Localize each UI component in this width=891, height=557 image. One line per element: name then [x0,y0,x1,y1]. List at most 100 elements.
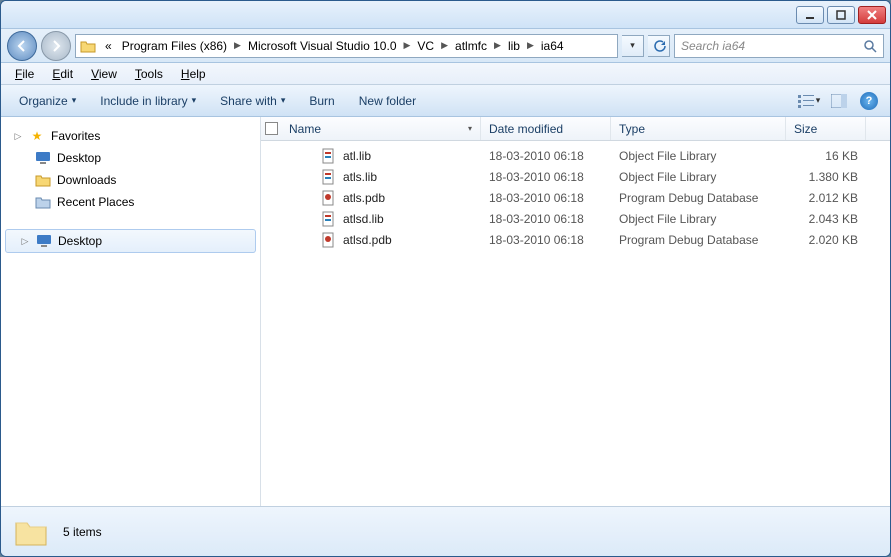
maximize-button[interactable] [827,6,855,24]
file-type: Program Debug Database [611,233,786,247]
table-row[interactable]: atl.lib18-03-2010 06:18Object File Libra… [261,145,890,166]
breadcrumb-item[interactable]: VC [412,39,439,53]
chevron-right-icon[interactable]: ▶ [232,40,243,51]
organize-button[interactable]: Organize ▾ [9,90,86,112]
titlebar [1,1,890,29]
sidebar-favorites-header[interactable]: ▷ ★ Favorites [1,125,260,147]
file-type: Object File Library [611,170,786,184]
breadcrumb-item[interactable]: atlmfc [450,39,492,53]
file-size: 16 KB [786,149,866,163]
toolbar: Organize ▾ Include in library ▾ Share wi… [1,85,890,117]
sort-indicator-icon: ▾ [468,124,472,133]
checkbox-icon [265,122,278,135]
file-size: 2.020 KB [786,233,866,247]
folder-icon [35,172,51,188]
navigation-pane: ▷ ★ Favorites Desktop Downloads Recent P… [1,117,261,506]
checkbox-column[interactable] [261,122,281,135]
file-icon [321,232,337,248]
column-name[interactable]: Name▾ [281,117,481,140]
file-date: 18-03-2010 06:18 [481,233,611,247]
expand-icon: ▷ [20,236,30,247]
file-size: 2.012 KB [786,191,866,205]
preview-pane-button[interactable] [826,89,852,113]
refresh-button[interactable] [648,35,670,57]
file-date: 18-03-2010 06:18 [481,149,611,163]
minimize-button[interactable] [796,6,824,24]
file-name: atlsd.pdb [343,233,392,247]
chevron-right-icon[interactable]: ▶ [439,40,450,51]
file-size: 2.043 KB [786,212,866,226]
sidebar-item-label: Recent Places [57,195,134,209]
file-icon [321,169,337,185]
folder-icon [13,514,49,550]
column-date[interactable]: Date modified [481,117,611,140]
menu-file[interactable]: File [7,65,42,83]
body: ▷ ★ Favorites Desktop Downloads Recent P… [1,117,890,506]
sidebar-item-desktop-root[interactable]: ▷ Desktop [5,229,256,253]
status-count: 5 items [63,525,102,539]
chevron-right-icon[interactable]: ▶ [402,40,413,51]
desktop-icon [35,150,51,166]
sidebar-item-label: Desktop [58,234,102,248]
file-rows: atl.lib18-03-2010 06:18Object File Libra… [261,141,890,506]
menu-edit[interactable]: Edit [44,65,81,83]
new-folder-button[interactable]: New folder [349,90,426,112]
search-input[interactable]: Search ia64 [674,34,884,58]
menu-view[interactable]: View [83,65,125,83]
address-history-button[interactable]: ▾ [622,35,644,57]
view-options-button[interactable]: ▾ [796,89,822,113]
help-button[interactable]: ? [856,89,882,113]
file-date: 18-03-2010 06:18 [481,191,611,205]
file-name: atlsd.lib [343,212,384,226]
breadcrumb-item[interactable]: lib [503,39,525,53]
sidebar-item-desktop[interactable]: Desktop [1,147,260,169]
column-type[interactable]: Type [611,117,786,140]
address-bar[interactable]: « Program Files (x86)▶ Microsoft Visual … [75,34,618,58]
file-size: 1.380 KB [786,170,866,184]
file-type: Program Debug Database [611,191,786,205]
nav-forward-button[interactable] [41,31,71,61]
help-icon: ? [860,92,878,110]
table-row[interactable]: atls.pdb 18-03-2010 06:18Program Debug Da… [261,187,890,208]
sidebar-item-label: Desktop [57,151,101,165]
column-headers: Name▾ Date modified Type Size [261,117,890,141]
sidebar-item-label: Downloads [57,173,116,187]
table-row[interactable]: atlsd.pdb 18-03-2010 06:18Program Debug D… [261,229,890,250]
include-library-button[interactable]: Include in library ▾ [90,90,206,112]
status-bar: 5 items [1,506,890,556]
file-list-pane: Name▾ Date modified Type Size atl.lib 18-… [261,117,890,506]
sidebar-item-downloads[interactable]: Downloads [1,169,260,191]
breadcrumb-item[interactable]: ia64 [536,39,569,53]
menu-bar: File Edit View Tools Help [1,63,890,85]
close-button[interactable] [858,6,886,24]
folder-icon [80,38,96,54]
nav-bar: « Program Files (x86)▶ Microsoft Visual … [1,29,890,63]
breadcrumb-item[interactable]: Microsoft Visual Studio 10.0 [243,39,402,53]
file-date: 18-03-2010 06:18 [481,212,611,226]
explorer-window: « Program Files (x86)▶ Microsoft Visual … [0,0,891,557]
search-placeholder: Search ia64 [681,39,863,53]
chevron-right-icon[interactable]: ▶ [525,40,536,51]
recent-icon [35,194,51,210]
burn-button[interactable]: Burn [299,90,344,112]
file-date: 18-03-2010 06:18 [481,170,611,184]
menu-tools[interactable]: Tools [127,65,171,83]
share-with-button[interactable]: Share with ▾ [210,90,295,112]
table-row[interactable]: atlsd.lib 18-03-2010 06:18Object File Lib… [261,208,890,229]
file-icon [321,211,337,227]
breadcrumb-item[interactable]: Program Files (x86) [117,39,232,53]
column-size[interactable]: Size [786,117,866,140]
nav-back-button[interactable] [7,31,37,61]
sidebar-item-recent-places[interactable]: Recent Places [1,191,260,213]
file-icon [321,148,337,164]
collapse-icon: ▷ [13,131,23,142]
file-name: atl.lib [343,149,371,163]
table-row[interactable]: atls.lib 18-03-2010 06:18Object File Libr… [261,166,890,187]
chevron-right-icon[interactable]: ▶ [492,40,503,51]
file-icon [321,190,337,206]
star-icon: ★ [29,128,45,144]
file-name: atls.lib [343,170,377,184]
menu-help[interactable]: Help [173,65,214,83]
file-type: Object File Library [611,212,786,226]
file-name: atls.pdb [343,191,385,205]
